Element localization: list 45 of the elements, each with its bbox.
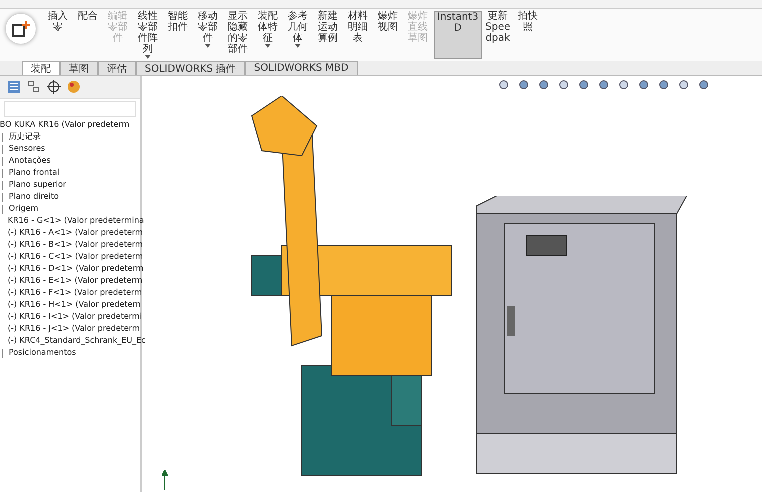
tab[interactable]: 草图 bbox=[60, 61, 98, 75]
tree-item[interactable]: (-) KR16 - I<1> (Valor predetermi bbox=[4, 311, 142, 323]
tree-icon[interactable] bbox=[6, 80, 22, 94]
tree-item[interactable]: Plano direito bbox=[5, 191, 60, 203]
ribbon-button[interactable]: 新建运动算例 bbox=[314, 11, 342, 59]
ribbon-button[interactable]: 装配体特征 bbox=[254, 11, 282, 59]
tree-item[interactable]: (-) KRC4_Standard_Schrank_EU_Ec bbox=[4, 335, 146, 347]
tree-item[interactable]: Anotações bbox=[5, 155, 51, 167]
tree-item[interactable]: (-) KR16 - A<1> (Valor predeterm bbox=[4, 227, 144, 239]
ribbon-button[interactable]: 参考几何体 bbox=[284, 11, 312, 59]
tree-item[interactable]: Origem bbox=[5, 203, 39, 215]
ribbon-button[interactable]: 插入零 bbox=[44, 11, 72, 59]
tree-item[interactable]: Posicionamentos bbox=[5, 347, 76, 359]
tree-item[interactable]: (-) KR16 - J<1> (Valor predeterm bbox=[4, 323, 140, 335]
ribbon-button[interactable]: 显示隐藏的零部件 bbox=[224, 11, 252, 59]
tab[interactable]: 装配 bbox=[22, 61, 60, 75]
tree-item[interactable]: (-) KR16 - F<1> (Valor predeterm bbox=[4, 287, 142, 299]
tree-item[interactable]: Plano frontal bbox=[5, 167, 60, 179]
appearance-icon[interactable] bbox=[66, 80, 82, 94]
crosshair-icon[interactable] bbox=[46, 80, 62, 94]
ribbon-button[interactable]: 材料明细表 bbox=[344, 11, 372, 59]
ribbon-button[interactable]: 移动零部件 bbox=[194, 11, 222, 59]
filter-field[interactable] bbox=[4, 101, 136, 117]
ribbon-button[interactable]: 智能扣件 bbox=[164, 11, 192, 59]
tree-item[interactable]: 历史记录 bbox=[5, 131, 41, 143]
ribbon-button[interactable]: 更新 Speedpak bbox=[484, 11, 512, 59]
ribbon-button[interactable]: Instant3D bbox=[434, 11, 482, 59]
tree-item[interactable]: KR16 - G<1> (Valor predetermina bbox=[4, 215, 144, 227]
ribbon-button[interactable]: 拍快照 bbox=[514, 11, 542, 59]
tree-item[interactable]: (-) KR16 - E<1> (Valor predeterm bbox=[4, 275, 143, 287]
tab[interactable]: SOLIDWORKS MBD bbox=[245, 61, 358, 75]
tree-item[interactable]: (-) KR16 - H<1> (Valor predetern bbox=[4, 299, 141, 311]
tree-root[interactable]: BO KUKA KR16 (Valor predeterm bbox=[0, 119, 130, 131]
tree-item[interactable]: Plano superior bbox=[5, 179, 66, 191]
tree-item[interactable]: (-) KR16 - D<1> (Valor predeterm bbox=[4, 263, 144, 275]
tree-item[interactable]: (-) KR16 - B<1> (Valor predeterm bbox=[4, 239, 144, 251]
property-icon[interactable] bbox=[26, 80, 42, 94]
axis-arrow-icon bbox=[162, 470, 168, 490]
tab[interactable]: SOLIDWORKS 插件 bbox=[136, 61, 246, 75]
tab[interactable]: 评估 bbox=[98, 61, 136, 75]
tree-item[interactable]: Sensores bbox=[5, 143, 46, 155]
ribbon-button[interactable]: 配合 bbox=[74, 11, 102, 59]
tree-item[interactable]: (-) KR16 - C<1> (Valor predeterm bbox=[4, 251, 144, 263]
ribbon-button[interactable]: 线性零部件阵列 bbox=[134, 11, 162, 59]
ribbon-button[interactable]: 爆炸视图 bbox=[374, 11, 402, 59]
